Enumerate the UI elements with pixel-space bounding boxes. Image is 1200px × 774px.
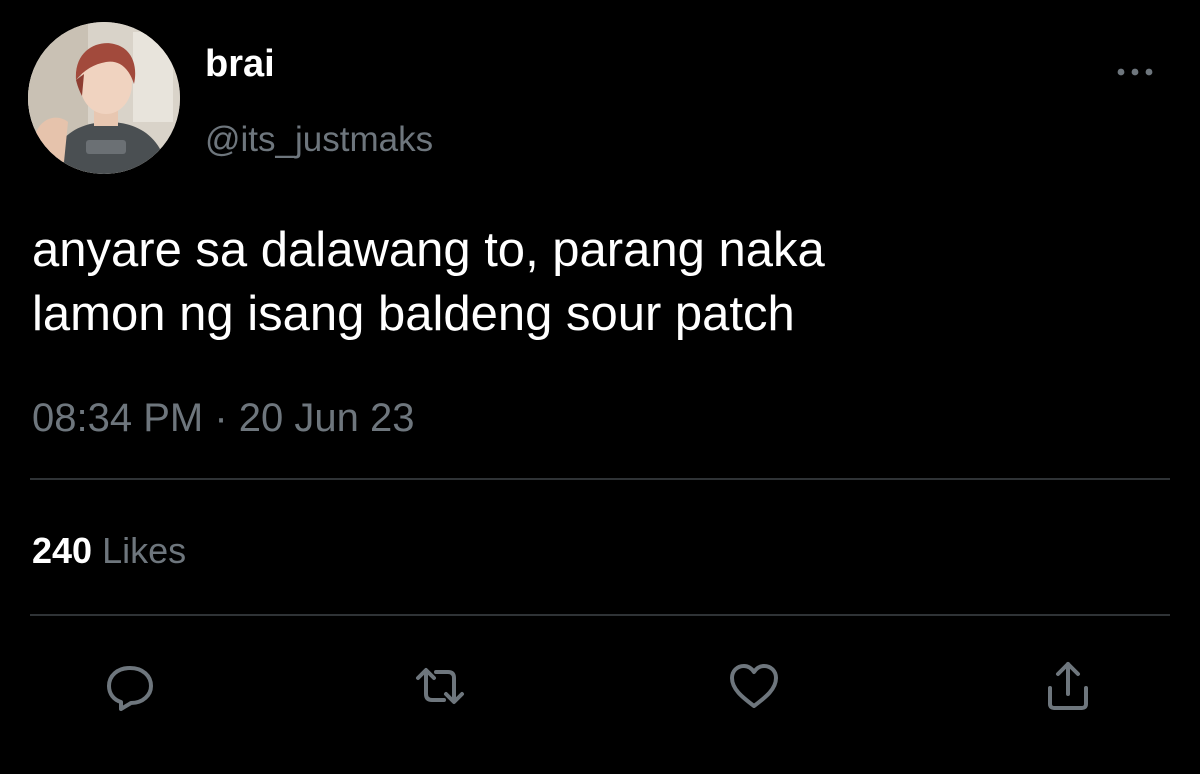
divider bbox=[30, 614, 1170, 616]
tweet-text: anyare sa dalawang to, parang naka lamon… bbox=[32, 218, 1152, 346]
retweet-icon bbox=[416, 668, 464, 704]
tweet-timestamp[interactable]: 08:34 PM · 20 Jun 23 bbox=[32, 392, 415, 444]
likes-stat[interactable]: 240 Likes bbox=[32, 528, 186, 574]
retweet-button[interactable] bbox=[410, 656, 470, 716]
likes-label: Likes bbox=[102, 530, 187, 571]
divider bbox=[30, 478, 1170, 480]
ellipsis-icon bbox=[1117, 68, 1153, 76]
user-handle[interactable]: @its_justmaks bbox=[205, 118, 433, 162]
profile-photo bbox=[28, 22, 180, 174]
display-name[interactable]: brai bbox=[205, 40, 275, 88]
tweet-time: 08:34 PM bbox=[32, 396, 204, 440]
tweet-text-line: lamon ng isang baldeng sour patch bbox=[32, 287, 795, 341]
likes-count: 240 bbox=[32, 530, 93, 571]
heart-icon bbox=[730, 664, 778, 708]
speech-bubble-icon bbox=[107, 666, 153, 711]
share-upload-icon bbox=[1048, 662, 1088, 710]
avatar[interactable] bbox=[28, 22, 180, 174]
timestamp-separator: · bbox=[214, 396, 228, 440]
like-button[interactable] bbox=[724, 656, 784, 716]
reply-button[interactable] bbox=[100, 656, 160, 716]
tweet-text-line: anyare sa dalawang to, parang naka bbox=[32, 223, 825, 277]
more-options-button[interactable] bbox=[1112, 60, 1162, 84]
share-button[interactable] bbox=[1038, 656, 1098, 716]
tweet-date: 20 Jun 23 bbox=[238, 396, 415, 440]
